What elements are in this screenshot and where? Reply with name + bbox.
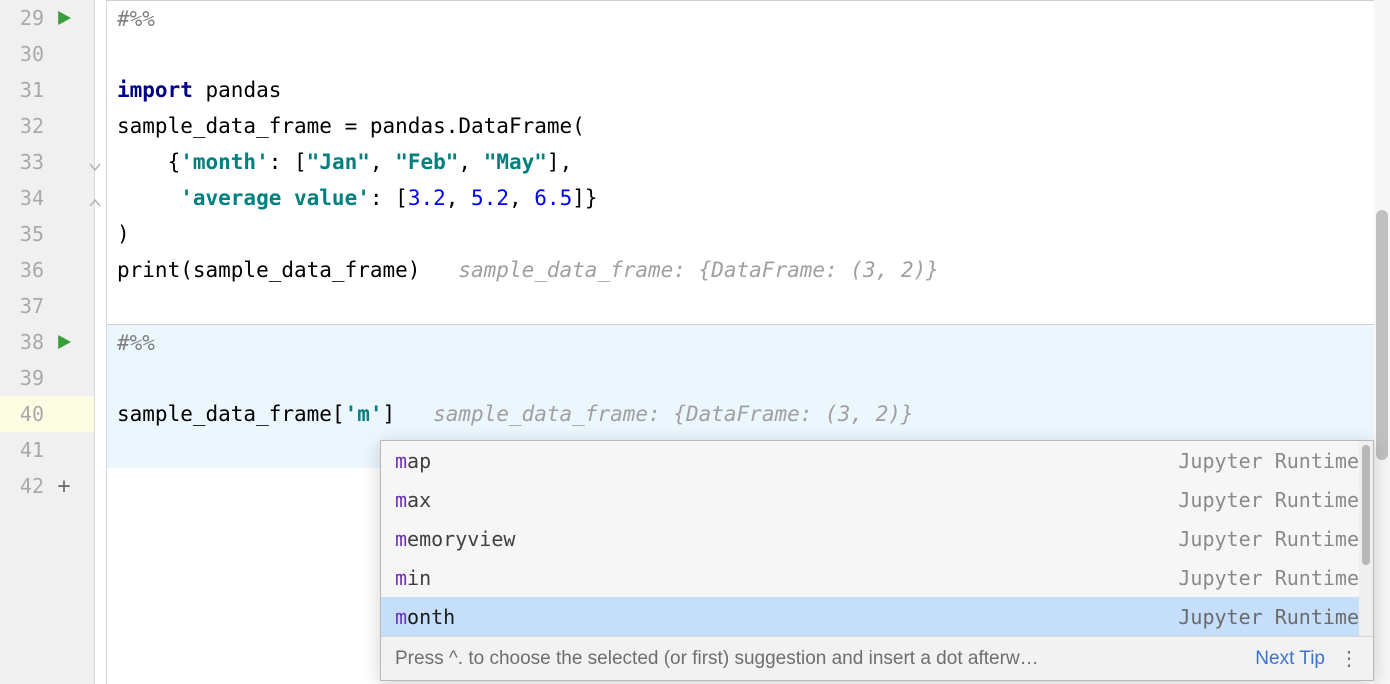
gutter-line[interactable]: 30 — [0, 36, 94, 72]
scrollbar-thumb[interactable] — [1362, 445, 1370, 565]
gutter-line[interactable]: 32 — [0, 108, 94, 144]
run-cell-icon[interactable] — [44, 335, 84, 349]
code-line[interactable] — [107, 288, 1390, 324]
gutter-line[interactable]: 40 — [0, 396, 94, 432]
gutter-line[interactable]: 41 — [0, 432, 94, 468]
code-line[interactable] — [107, 360, 1390, 396]
completion-footer: Press ^. to choose the selected (or firs… — [381, 636, 1373, 680]
line-number: 35 — [0, 222, 44, 246]
line-number: 30 — [0, 42, 44, 66]
cell-marker: #%% — [117, 7, 155, 31]
completion-source: Jupyter Runtime — [1178, 449, 1359, 473]
scrollbar-thumb[interactable] — [1376, 210, 1388, 460]
gutter-line[interactable]: 38 — [0, 324, 94, 360]
code-line[interactable]: print(sample_data_frame) sample_data_fra… — [107, 252, 1390, 288]
line-number: 42 — [0, 474, 44, 498]
completion-source: Jupyter Runtime — [1178, 605, 1359, 629]
gutter-line[interactable]: 35 — [0, 216, 94, 252]
tip-text: Press ^. to choose the selected (or firs… — [395, 648, 1247, 670]
completion-source: Jupyter Runtime — [1178, 488, 1359, 512]
code-line[interactable]: ) — [107, 216, 1390, 252]
line-number: 36 — [0, 258, 44, 282]
code-line[interactable]: #%% — [107, 324, 1390, 360]
fold-marker-icon[interactable] — [88, 191, 102, 205]
more-icon[interactable]: ⋮ — [1339, 646, 1359, 671]
completion-label: max — [395, 488, 431, 512]
code-line[interactable]: 'average value': [3.2, 5.2, 6.5]} — [107, 180, 1390, 216]
gutter-line[interactable]: 34 — [0, 180, 94, 216]
line-number: 41 — [0, 438, 44, 462]
gutter-line[interactable]: 39 — [0, 360, 94, 396]
line-number: 33 — [0, 150, 44, 174]
line-number: 29 — [0, 6, 44, 30]
run-cell-icon[interactable] — [44, 11, 84, 25]
completion-label: min — [395, 566, 431, 590]
cell-marker: #%% — [117, 331, 155, 355]
line-number: 31 — [0, 78, 44, 102]
gutter-line[interactable]: 29 — [0, 0, 94, 36]
line-number: 38 — [0, 330, 44, 354]
code-line[interactable]: sample_data_frame = pandas.DataFrame( — [107, 108, 1390, 144]
completion-item[interactable]: min Jupyter Runtime — [381, 558, 1373, 597]
fold-strip — [95, 0, 107, 684]
inlay-hint: sample_data_frame: {DataFrame: (3, 2)} — [433, 402, 913, 426]
code-line[interactable]: #%% — [107, 0, 1390, 36]
line-number: 34 — [0, 186, 44, 210]
completion-item[interactable]: map Jupyter Runtime — [381, 441, 1373, 480]
gutter-line[interactable]: 37 — [0, 288, 94, 324]
gutter-line[interactable]: 42+ — [0, 468, 94, 504]
code-line[interactable]: {'month': ["Jan", "Feb", "May"], — [107, 144, 1390, 180]
completion-source: Jupyter Runtime — [1178, 566, 1359, 590]
line-number: 32 — [0, 114, 44, 138]
gutter-line[interactable]: 31 — [0, 72, 94, 108]
completion-item[interactable]: max Jupyter Runtime — [381, 480, 1373, 519]
completion-source: Jupyter Runtime — [1178, 527, 1359, 551]
gutter-line[interactable]: 33 — [0, 144, 94, 180]
add-cell-icon[interactable]: + — [44, 474, 84, 499]
completion-list: mapJupyter RuntimemaxJupyter Runtimememo… — [381, 441, 1373, 636]
completion-label: memoryview — [395, 527, 515, 551]
editor-scrollbar[interactable] — [1374, 0, 1390, 684]
gutter: 29 30 31 32 33 34 35 36 37 38 39 40 41 42+ — [0, 0, 95, 684]
code-line[interactable]: import pandas — [107, 72, 1390, 108]
line-number: 37 — [0, 294, 44, 318]
fold-marker-icon[interactable] — [88, 155, 102, 169]
inlay-hint: sample_data_frame: {DataFrame: (3, 2)} — [458, 258, 938, 282]
line-number: 39 — [0, 366, 44, 390]
completion-popup: mapJupyter RuntimemaxJupyter Runtimememo… — [380, 440, 1374, 681]
completion-label: map — [395, 449, 431, 473]
completion-item[interactable]: month Jupyter Runtime — [381, 597, 1373, 636]
completion-label: month — [395, 605, 455, 629]
line-number: 40 — [0, 402, 44, 426]
completion-scrollbar[interactable] — [1359, 441, 1373, 636]
completion-item[interactable]: memoryview Jupyter Runtime — [381, 519, 1373, 558]
gutter-line[interactable]: 36 — [0, 252, 94, 288]
code-line[interactable] — [107, 36, 1390, 72]
code-line-current[interactable]: sample_data_frame['m'] sample_data_frame… — [107, 396, 1390, 432]
next-tip-link[interactable]: Next Tip — [1255, 648, 1325, 670]
